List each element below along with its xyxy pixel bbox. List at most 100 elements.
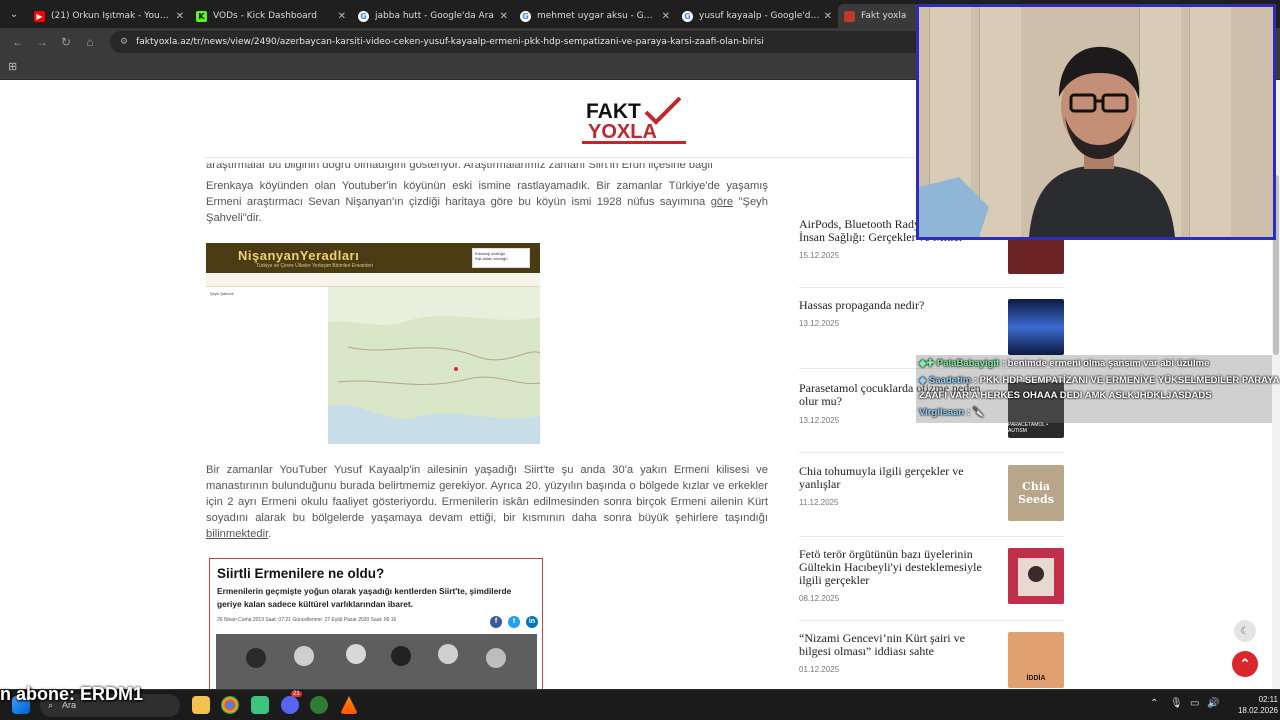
sidebar-article-title[interactable]: Chia tohumuyla ilgili gerçekler ve yanlı… <box>799 465 994 491</box>
dark-mode-toggle-icon[interactable]: ☾ <box>1234 620 1256 642</box>
tab-search-icon[interactable]: ⌄ <box>0 0 28 28</box>
divider <box>799 287 1064 288</box>
twitter-icon: t <box>508 616 520 628</box>
sidebar-thumbnail[interactable]: İDDİA <box>1008 632 1064 688</box>
sidebar-article-date: 13.12.2025 <box>799 319 840 328</box>
url-text: faktyoxla.az/tr/news/view/2490/azerbayca… <box>136 37 764 47</box>
chat-message: ◆✚ PalaBabayigit : benimde ermeni olma ş… <box>919 358 1209 369</box>
sidebar-article-date: 11.12.2025 <box>799 498 839 507</box>
sidebar-article-title[interactable]: Hassas propaganda nedir? <box>799 299 994 312</box>
tab-google-yusuf[interactable]: G yusuf kayaalp - Google'da Ara ✕ <box>676 4 838 28</box>
close-tab-icon[interactable]: ✕ <box>662 11 670 22</box>
screen: ⌄ ▶ (21) Orkun Işıtmak - YouTube ✕ K VOD… <box>0 0 1280 720</box>
display-icon[interactable]: ▭ <box>1190 698 1199 709</box>
url-field[interactable]: ⚙ faktyoxla.az/tr/news/view/2490/azerbay… <box>110 31 930 53</box>
map-brand: NişanyanYeradları <box>238 248 360 263</box>
faktyoxla-icon <box>844 10 855 22</box>
sidebar-article-date: 13.12.2025 <box>799 416 840 425</box>
tray-chevron-icon[interactable]: ⌃ <box>1150 698 1158 709</box>
taskbar-clock[interactable]: 02:11 18.02.2026 <box>1222 694 1278 716</box>
sidebar-thumbnail[interactable] <box>1008 299 1064 355</box>
tab-youtube[interactable]: ▶ (21) Orkun Işıtmak - YouTube ✕ <box>28 4 190 28</box>
discord-icon[interactable]: 21 <box>281 691 302 714</box>
paragraph-text: . <box>268 528 272 540</box>
chat-message-continuation: ZAAFI VAR A HERKES OHAAA DEDI AMK ASLKJH… <box>919 390 1212 401</box>
article-paragraph-1: Erenkaya köyünden olan Youtuber'in köyün… <box>206 178 768 226</box>
notification-badge: 21 <box>291 691 302 697</box>
logo-yoxla-text: YOXLA <box>588 121 657 143</box>
chat-text: 🔪 <box>972 407 985 418</box>
sidebar-article-title[interactable]: “Nizami Gencevi’nin Kürt şairi ve bilges… <box>799 632 994 658</box>
reload-icon[interactable]: ↻ <box>54 30 78 54</box>
google-icon: G <box>682 10 693 22</box>
volume-icon[interactable]: 🔊 <box>1207 698 1219 709</box>
close-tab-icon[interactable]: ✕ <box>500 11 508 22</box>
microphone-icon[interactable]: 🎙 <box>1170 698 1183 709</box>
chat-separator: : <box>973 375 978 386</box>
chat-separator: : <box>1001 358 1006 369</box>
close-tab-icon[interactable]: ✕ <box>338 11 346 22</box>
apps-grid-icon[interactable]: ⊞ <box>8 61 20 73</box>
divider <box>799 620 1064 621</box>
source-link[interactable]: göre <box>711 196 733 208</box>
tab-title: VODs - Kick Dashboard <box>213 11 317 21</box>
chrome-icon[interactable] <box>221 696 239 714</box>
xbox-icon[interactable] <box>310 696 328 714</box>
tab-kick[interactable]: K VODs - Kick Dashboard ✕ <box>190 4 352 28</box>
sidebar-thumbnail[interactable]: Chia Seeds <box>1008 465 1064 521</box>
youtube-icon: ▶ <box>34 10 45 22</box>
linkedin-icon: in <box>526 616 538 628</box>
news-screenshot-image: Siirtli Ermenilere ne oldu? Ermenilerin … <box>209 558 543 689</box>
tab-title: mehmet uygar aksu - Google'da <box>537 11 658 21</box>
sidebar-thumbnail[interactable] <box>1008 548 1064 604</box>
chat-separator: : <box>966 407 971 418</box>
back-icon[interactable]: ← <box>6 30 30 54</box>
nisanyan-map-image: NişanyanYeradları Türkiye ve Çevre Ülkel… <box>206 243 540 444</box>
clock-time: 02:11 <box>1258 695 1278 704</box>
scroll-top-button[interactable]: ⌃ <box>1232 651 1258 677</box>
chat-message: ◆ Saadetim : PKK HDP SEMPATİZANI VE ERME… <box>919 375 1280 386</box>
home-icon[interactable]: ⌂ <box>78 30 102 54</box>
tab-title: yusuf kayaalp - Google'da Ara <box>699 11 820 21</box>
forward-icon[interactable]: → <box>30 30 54 54</box>
windows-taskbar: ⌕ Ara 21 ⌃ 🎙 ▭ 🔊 02:11 18.02.2026 <box>0 689 1280 720</box>
map-graphic <box>328 287 540 444</box>
embed-text: Ermenilerin geçmişte yoğun olarak yaşadı… <box>217 586 512 609</box>
embed-meta: 26 Nisan Cuma 2019 Saat: 07:21 Güncellen… <box>217 617 397 623</box>
sidebar-article-6[interactable]: “Nizami Gencevi’nin Kürt şairi ve bilges… <box>799 632 1064 689</box>
map-side-text: Şeyh Şahveli <box>210 291 234 296</box>
embed-title: Siirtli Ermenilere ne oldu? <box>217 566 385 581</box>
chat-text: benimde ermeni olma şansım var abi üzülm… <box>1007 358 1210 369</box>
stream-overlay-subscriber-text: n abone: ERDM1 <box>0 684 144 704</box>
vlc-icon[interactable] <box>340 696 358 714</box>
divider <box>799 452 1064 453</box>
file-explorer-icon[interactable] <box>192 696 210 714</box>
paragraph-cut-text: araştırmalar bu bilginin doğru olmadığın… <box>206 163 714 171</box>
sidebar-article-title[interactable]: Fetö terör örgütünün bazı üyelerinin Gül… <box>799 548 994 587</box>
sidebar-article-4[interactable]: Chia tohumuyla ilgili gerçekler ve yanlı… <box>799 465 1064 537</box>
source-link[interactable]: bilinmektedir <box>206 528 268 540</box>
sidebar-article-5[interactable]: Fetö terör örgütünün bazı üyelerinin Gül… <box>799 548 1064 621</box>
map-subtitle: Türkiye ve Çevre Ülkeler Yerleşim Biriml… <box>256 263 373 269</box>
tab-google-mehmet[interactable]: G mehmet uygar aksu - Google'da ✕ <box>514 4 676 28</box>
map-box-line: Kişi adları sözlüğü <box>475 256 508 261</box>
close-tab-icon[interactable]: ✕ <box>824 11 832 22</box>
embed-photo <box>216 634 537 689</box>
tab-google-jabba[interactable]: G jabba hutt - Google'da Ara ✕ <box>352 4 514 28</box>
map-links-box: Etimoloji sözlüğü Kişi adları sözlüğü <box>472 248 530 268</box>
chat-username: PalaBabayigit <box>936 358 1000 369</box>
divider <box>799 536 1064 537</box>
logo-fakt-text: FAKT <box>586 100 641 123</box>
stream-chat-overlay: ◆✚ PalaBabayigit : benimde ermeni olma ş… <box>916 355 1280 423</box>
chat-username: Saadetim <box>928 375 972 386</box>
close-tab-icon[interactable]: ✕ <box>176 11 184 22</box>
faktyoxla-logo[interactable]: FAKT YOXLA <box>576 92 696 146</box>
site-info-icon[interactable]: ⚙ <box>120 37 128 47</box>
sidebar-article-date: 15.12.2025 <box>799 251 840 260</box>
paragraph-text: Erenkaya köyünden olan Youtuber'in köyün… <box>206 180 768 208</box>
app-icon[interactable] <box>251 696 269 714</box>
chat-text: ZAAFI VAR A HERKES OHAAA DEDI AMK ASLKJH… <box>919 390 1212 401</box>
chat-username: Virgilsaan <box>919 407 965 418</box>
chat-badge-icon: ◆ <box>919 375 929 386</box>
streamer-figure <box>919 46 1175 237</box>
